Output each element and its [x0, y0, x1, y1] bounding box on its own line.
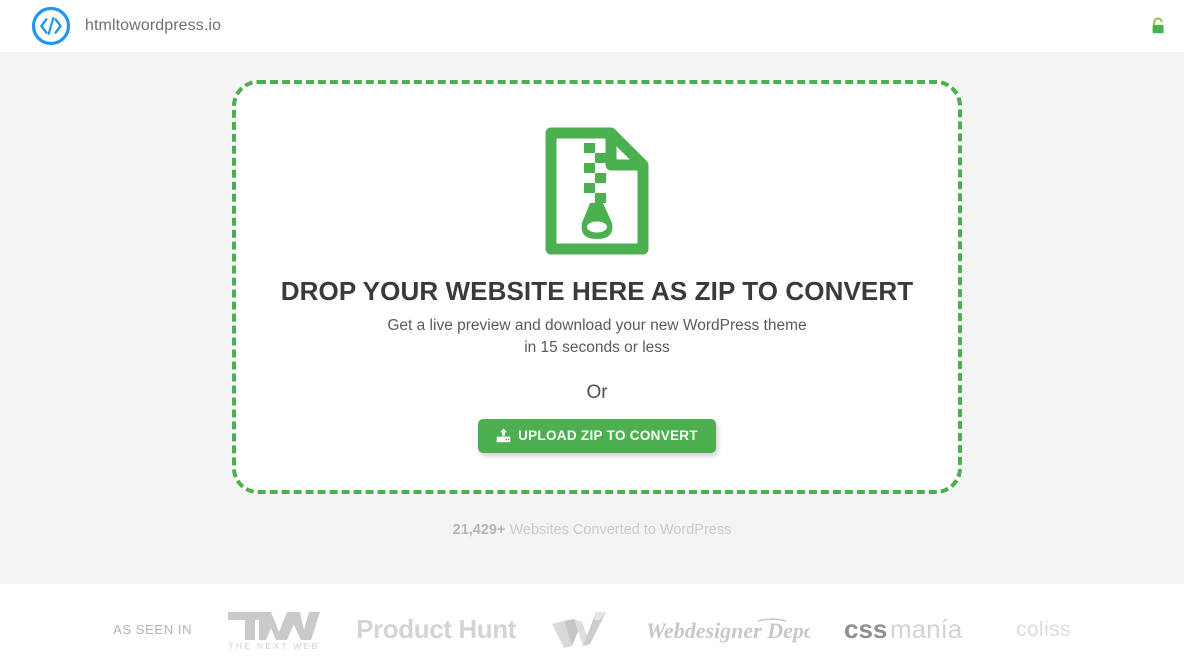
- conversion-counter-number: 21,429+: [452, 522, 506, 538]
- svg-text:THE NEXT WEB: THE NEXT WEB: [228, 641, 319, 651]
- upload-zip-button[interactable]: UPLOAD ZIP TO CONVERT: [478, 418, 716, 453]
- brand-link[interactable]: htmltowordpress.io: [30, 5, 221, 47]
- brand-name: htmltowordpress.io: [85, 17, 222, 34]
- code-brackets-circle-icon: [30, 5, 72, 47]
- logo-w-ribbon: [550, 608, 612, 652]
- svg-text:Webdesigner Depot: Webdesigner Depot: [646, 618, 810, 643]
- press-logo-strip: AS SEEN IN THE NEXT WEB Product Hunt Web…: [0, 584, 1184, 663]
- green-padlock-icon[interactable]: [1148, 16, 1168, 36]
- svg-text:manía: manía: [890, 614, 963, 644]
- conversion-counter-text: Websites Converted to WordPress: [505, 522, 732, 538]
- dropzone-subtitle: Get a live preview and download your new…: [387, 315, 806, 360]
- hero-section: DROP YOUR WEBSITE HERE AS ZIP TO CONVERT…: [0, 52, 1184, 584]
- logo-tnw: THE NEXT WEB: [226, 608, 322, 652]
- dropzone-title: DROP YOUR WEBSITE HERE AS ZIP TO CONVERT: [280, 276, 914, 306]
- header-actions: [1148, 16, 1168, 36]
- logo-product-hunt: Product Hunt: [356, 614, 516, 644]
- logo-coliss: coliss: [1015, 617, 1071, 641]
- press-logo-row: AS SEEN IN THE NEXT WEB Product Hunt Web…: [113, 608, 1071, 652]
- dropzone-subtitle-line1: Get a live preview and download your new…: [387, 316, 807, 334]
- zip-file-icon: [545, 127, 649, 255]
- conversion-counter: 21,429+ Websites Converted to WordPress: [0, 522, 1184, 538]
- site-header: htmltowordpress.io: [0, 0, 1184, 52]
- file-dropzone[interactable]: DROP YOUR WEBSITE HERE AS ZIP TO CONVERT…: [232, 80, 962, 494]
- dropzone-subtitle-line2: in 15 seconds or less: [524, 339, 670, 357]
- svg-text:css: css: [844, 614, 887, 644]
- upload-icon: [496, 428, 511, 443]
- or-separator-label: Or: [586, 381, 608, 403]
- upload-zip-button-label: UPLOAD ZIP TO CONVERT: [518, 428, 698, 444]
- as-seen-in-label: AS SEEN IN: [113, 622, 193, 637]
- logo-webdesigner-depot: Webdesigner Depot: [646, 612, 822, 648]
- logo-cssmania: css manía: [844, 613, 982, 647]
